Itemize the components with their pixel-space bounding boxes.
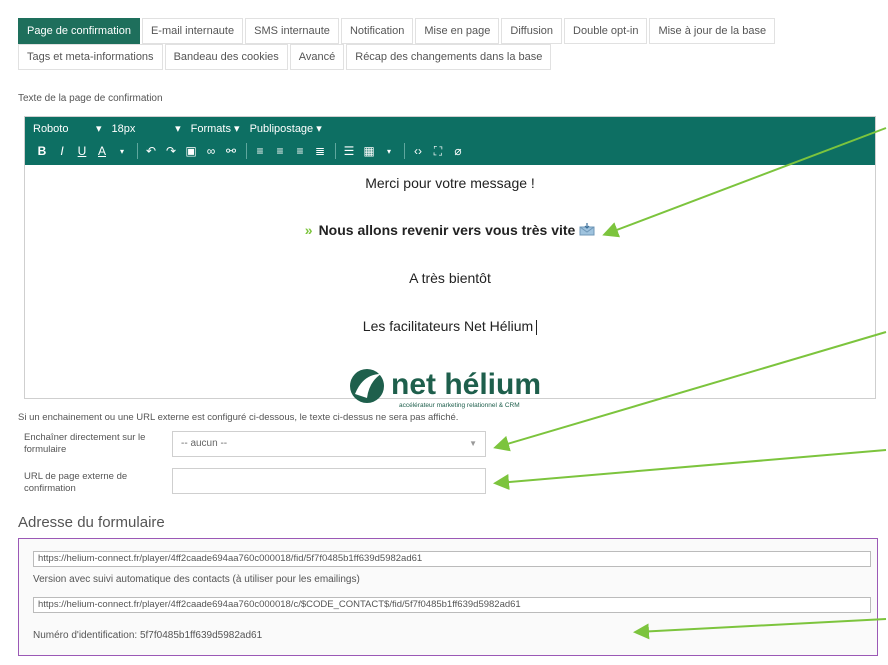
annotation-arrow xyxy=(493,449,887,490)
content-line-4: Les facilitateurs Net Hélium xyxy=(25,318,875,335)
unlink-icon[interactable]: ⚯ xyxy=(222,144,240,158)
svg-text:net hélium: net hélium xyxy=(391,368,541,401)
underline-icon[interactable]: U xyxy=(73,144,91,158)
tab-double-opt-in[interactable]: Double opt-in xyxy=(564,18,648,44)
tracking-url-field[interactable]: https://helium-connect.fr/player/4ff2caa… xyxy=(33,597,871,613)
form-url-field[interactable]: https://helium-connect.fr/player/4ff2caa… xyxy=(33,551,871,567)
attachment-icon[interactable]: ⌀ xyxy=(449,144,467,158)
toolbar-divider xyxy=(246,143,247,159)
redo-icon[interactable]: ↷ xyxy=(162,144,180,158)
mailmerge-menu[interactable]: Publipostage ▾ xyxy=(250,122,322,135)
external-url-input[interactable] xyxy=(172,468,486,494)
tab-row-1: Page de confirmation E-mail internaute S… xyxy=(18,18,777,44)
tab-bandeau-cookies[interactable]: Bandeau des cookies xyxy=(164,44,288,70)
text-color-icon[interactable]: A xyxy=(93,144,111,158)
fullscreen-icon[interactable]: ⛶ xyxy=(429,144,447,159)
chain-select[interactable]: -- aucun -- ▼ xyxy=(172,431,486,457)
justify-icon[interactable]: ≣ xyxy=(311,144,329,158)
tab-diffusion[interactable]: Diffusion xyxy=(501,18,563,44)
tab-notification[interactable]: Notification xyxy=(340,18,414,44)
image-icon[interactable]: ▣ xyxy=(182,144,200,158)
tab-tags-meta[interactable]: Tags et meta-informations xyxy=(18,44,163,70)
tab-avance[interactable]: Avancé xyxy=(289,44,345,70)
font-family-select[interactable]: Roboto ▾ xyxy=(33,122,102,135)
envelope-icon xyxy=(579,223,595,236)
tab-email-internaute[interactable]: E-mail internaute xyxy=(141,18,244,44)
code-icon[interactable]: ‹› xyxy=(409,144,427,158)
url-label: URL de page externe de confirmation xyxy=(24,471,128,494)
editor-content[interactable]: Merci pour votre message ! » Nous allons … xyxy=(25,165,875,409)
content-line-1: Merci pour votre message ! xyxy=(365,175,535,191)
link-icon[interactable]: ∞ xyxy=(202,144,220,158)
chevron-down-icon: ▼ xyxy=(469,439,477,448)
table-icon[interactable]: ▦ xyxy=(360,144,378,158)
tab-mise-en-page[interactable]: Mise en page xyxy=(415,18,500,44)
chain-label: Enchaîner directement sur le formulaire xyxy=(24,432,146,455)
tracking-label: Version avec suivi automatique des conta… xyxy=(33,574,360,585)
undo-icon[interactable]: ↶ xyxy=(142,144,160,158)
content-line-2: » Nous allons revenir vers vous très vite xyxy=(25,222,875,238)
list-icon[interactable]: ☰ xyxy=(340,144,358,158)
address-title: Adresse du formulaire xyxy=(18,514,165,531)
chain-note: Si un enchainement ou une URL externe es… xyxy=(18,412,459,423)
align-left-icon[interactable]: ≡ xyxy=(251,144,269,158)
align-center-icon[interactable]: ≡ xyxy=(271,144,289,158)
bold-icon[interactable]: B xyxy=(33,144,51,158)
tab-mise-a-jour[interactable]: Mise à jour de la base xyxy=(649,18,776,44)
chevron-right-icon: » xyxy=(304,222,313,238)
content-line-3: A très bientôt xyxy=(409,270,491,286)
chevron-down-icon[interactable]: ▾ xyxy=(113,147,131,156)
net-helium-logo: net hélium accélérateur marketing relati… xyxy=(347,364,567,414)
svg-text:accélérateur marketing relatio: accélérateur marketing relationnel & CRM xyxy=(399,402,520,409)
text-cursor xyxy=(536,319,538,335)
toolbar-divider xyxy=(335,143,336,159)
tab-page-de-confirmation[interactable]: Page de confirmation xyxy=(18,18,140,44)
editor-toolbar: Roboto ▾ 18px ▾ Formats ▾ Publipostage ▾… xyxy=(25,117,875,165)
tab-row-2: Tags et meta-informations Bandeau des co… xyxy=(18,44,777,70)
align-right-icon[interactable]: ≡ xyxy=(291,144,309,158)
rich-text-editor: Roboto ▾ 18px ▾ Formats ▾ Publipostage ▾… xyxy=(24,116,876,409)
tab-sms-internaute[interactable]: SMS internaute xyxy=(245,18,339,44)
toolbar-divider xyxy=(404,143,405,159)
chevron-down-icon[interactable]: ▾ xyxy=(380,147,398,156)
italic-icon[interactable]: I xyxy=(53,144,71,158)
formats-menu[interactable]: Formats ▾ xyxy=(191,122,240,135)
tab-bar: Page de confirmation E-mail internaute S… xyxy=(18,18,777,70)
editor-section-label: Texte de la page de confirmation xyxy=(18,93,163,104)
address-panel: https://helium-connect.fr/player/4ff2caa… xyxy=(18,538,878,656)
font-size-select[interactable]: 18px ▾ xyxy=(112,122,181,135)
tab-recap-changements[interactable]: Récap des changements dans la base xyxy=(346,44,552,70)
toolbar-divider xyxy=(137,143,138,159)
form-id: Numéro d'identification: 5f7f0485b1ff639… xyxy=(33,630,263,641)
